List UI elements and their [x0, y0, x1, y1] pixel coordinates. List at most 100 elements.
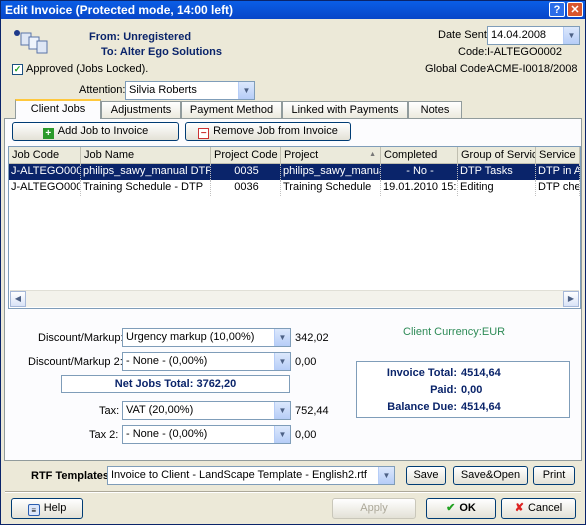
column-header[interactable]: Job Code	[9, 147, 81, 164]
rtf-templates-label: RTF Templates:	[31, 470, 113, 482]
approved-checkbox[interactable]: ✓	[12, 64, 23, 75]
scroll-left-icon[interactable]: ◀	[10, 291, 26, 307]
tax-select[interactable]: VAT (20,00%) ▼	[122, 401, 291, 420]
attention-value: Silvia Roberts	[129, 84, 197, 96]
table-cell: DTP in Ad	[536, 164, 580, 180]
attention-label: Attention:	[79, 84, 126, 96]
chevron-down-icon: ▼	[238, 82, 254, 99]
rtf-template-value: Invoice to Client - LandScape Template -…	[111, 469, 367, 481]
table-cell: J-ALTEGO000	[9, 164, 81, 180]
tab-client-jobs[interactable]: Client Jobs	[15, 99, 101, 119]
add-job-button[interactable]: + Add Job to Invoice	[12, 122, 179, 141]
table-cell: philips_sawy_manual DTP	[81, 164, 211, 180]
rtf-template-select[interactable]: Invoice to Client - LandScape Template -…	[107, 466, 395, 485]
date-sent-value: 14.04.2008	[491, 29, 547, 41]
balance-due-value: 4514,64	[461, 401, 501, 413]
apply-button[interactable]: Apply	[332, 498, 416, 519]
add-job-label: Add Job to Invoice	[57, 125, 149, 137]
chevron-down-icon: ▼	[563, 27, 579, 44]
checkmark-icon: ✔	[446, 502, 456, 514]
horizontal-scrollbar[interactable]: ◀ ▶	[10, 290, 579, 307]
jobs-table[interactable]: Job Code Job Name Project Code Project ▲ …	[8, 146, 581, 309]
chevron-down-icon: ▼	[274, 402, 290, 419]
table-cell: DTP check	[536, 180, 580, 196]
code-value: I-ALTEGO0002	[487, 46, 562, 58]
window-title: Edit Invoice (Protected mode, 14:00 left…	[5, 3, 234, 17]
column-header[interactable]: Service	[536, 147, 580, 164]
tab-label: Linked with Payments	[291, 104, 399, 116]
approved-label: Approved (Jobs Locked).	[26, 63, 149, 75]
tax-amount: 752,44	[295, 405, 329, 417]
table-cell: Training Schedule	[281, 180, 381, 196]
date-sent-picker[interactable]: 14.04.2008 ▼	[487, 26, 580, 45]
remove-job-button[interactable]: − Remove Job from Invoice	[185, 122, 351, 141]
scroll-right-icon[interactable]: ▶	[563, 291, 579, 307]
tax2-amount: 0,00	[295, 429, 317, 441]
attention-select[interactable]: Silvia Roberts ▼	[125, 81, 255, 100]
discount-amount: 342,02	[295, 332, 329, 344]
close-window-button[interactable]: ✕	[567, 2, 583, 17]
tax2-select[interactable]: - None - (0,00%) ▼	[122, 425, 291, 444]
discount2-amount: 0,00	[295, 356, 317, 368]
global-code-value: ACME-I0018/2008	[487, 63, 578, 75]
help-label: Help	[43, 502, 67, 514]
table-cell: Editing	[458, 180, 536, 196]
help-title-button[interactable]: ?	[549, 2, 565, 17]
chevron-down-icon: ▼	[274, 329, 290, 346]
cancel-button[interactable]: ✘ Cancel	[501, 498, 576, 519]
tab-label: Adjustments	[110, 104, 172, 116]
from-text: From: Unregistered	[89, 31, 192, 43]
footer-divider	[5, 491, 581, 493]
tax-value: VAT (20,00%)	[126, 404, 194, 416]
column-header[interactable]: Project ▲	[281, 147, 381, 164]
chevron-down-icon: ▼	[378, 467, 394, 484]
cancel-label: Cancel	[527, 502, 563, 514]
help-button[interactable]: ≡ Help	[11, 498, 83, 519]
invoice-icon	[13, 29, 49, 55]
table-cell: J-ALTEGO000	[9, 180, 81, 196]
tax-label: Tax:	[99, 405, 120, 417]
chevron-down-icon: ▼	[274, 353, 290, 370]
edit-invoice-window: Edit Invoice (Protected mode, 14:00 left…	[0, 0, 586, 525]
tab-notes[interactable]: Notes	[408, 101, 462, 118]
invoice-total-label: Invoice Total:	[386, 367, 457, 379]
column-header[interactable]: Group of Service	[458, 147, 536, 164]
table-cell: 19.01.2010 15:1	[381, 180, 458, 196]
table-cell: 0035	[211, 164, 281, 180]
net-jobs-total-box: Net Jobs Total: 3762,20	[61, 375, 290, 393]
paid-label: Paid:	[430, 384, 457, 396]
column-header[interactable]: Project Code	[211, 147, 281, 164]
date-sent-label: Date Sent:	[438, 29, 490, 41]
column-header[interactable]: Completed	[381, 147, 458, 164]
sort-icon: ▲	[369, 151, 376, 158]
tab-label: Notes	[420, 104, 450, 116]
tab-linked-with-payments[interactable]: Linked with Payments	[282, 101, 408, 118]
remove-job-label: Remove Job from Invoice	[213, 125, 338, 137]
discount2-select[interactable]: - None - (0,00%) ▼	[122, 352, 291, 371]
invoice-total-value: 4514,64	[461, 367, 501, 379]
rtf-save-button[interactable]: Save	[406, 466, 446, 485]
column-header-label: Project	[284, 149, 319, 161]
tax2-label: Tax 2:	[89, 429, 119, 441]
tab-payment-method[interactable]: Payment Method	[181, 101, 282, 118]
tax2-value: - None - (0,00%)	[126, 428, 208, 440]
client-currency: Client Currency:EUR	[403, 326, 506, 338]
discount2-value: - None - (0,00%)	[126, 355, 208, 367]
rtf-save-open-button[interactable]: Save&Open	[453, 466, 528, 485]
close-icon: ✘	[514, 502, 524, 514]
table-cell: DTP Tasks	[458, 164, 536, 180]
discount-value: Urgency markup (10,00%)	[126, 331, 255, 343]
table-cell: - No -	[381, 164, 458, 180]
tab-adjustments[interactable]: Adjustments	[101, 101, 181, 118]
minus-icon: −	[198, 128, 210, 139]
rtf-print-button[interactable]: Print	[533, 466, 575, 485]
invoice-totals-box: Invoice Total: 4514,64 Paid: 0,00 Balanc…	[356, 361, 570, 418]
paid-value: 0,00	[461, 384, 483, 396]
ok-button[interactable]: ✔ OK	[426, 498, 496, 519]
discount-label: Discount/Markup:	[38, 332, 124, 344]
discount2-label: Discount/Markup 2:	[28, 356, 123, 368]
chevron-down-icon: ▼	[274, 426, 290, 443]
discount-select[interactable]: Urgency markup (10,00%) ▼	[122, 328, 291, 347]
plus-icon: +	[42, 128, 54, 139]
column-header[interactable]: Job Name	[81, 147, 211, 164]
